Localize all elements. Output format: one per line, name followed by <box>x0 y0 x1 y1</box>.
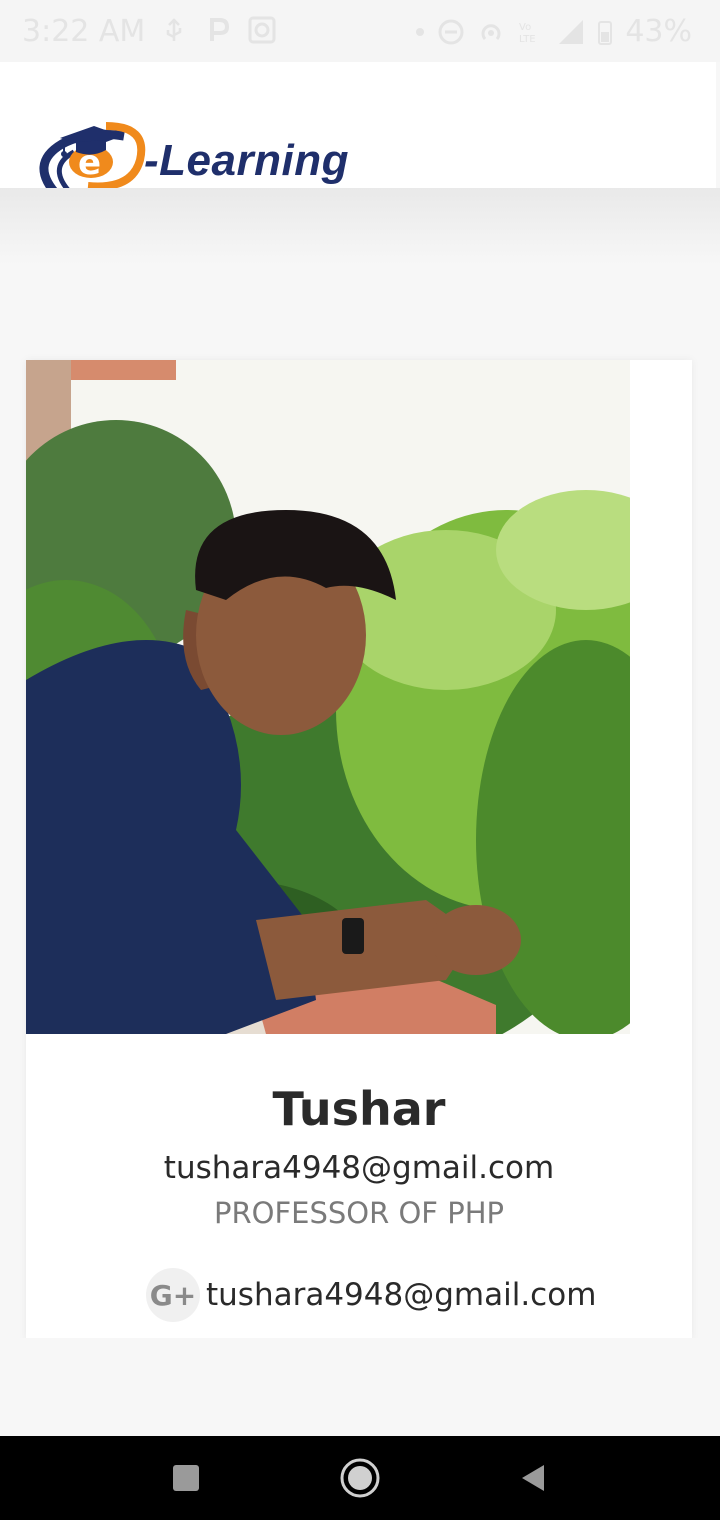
bottom-spacer <box>0 1338 720 1436</box>
home-button[interactable] <box>320 1436 400 1520</box>
dnd-icon <box>438 19 464 44</box>
profile-photo <box>26 360 630 1034</box>
home-icon <box>340 1458 380 1498</box>
google-plus-email[interactable]: tushara4948@gmail.com <box>206 1277 596 1313</box>
screenshot-icon <box>248 16 276 44</box>
signal-icon <box>559 19 584 44</box>
profile-name: Tushar <box>272 1082 446 1136</box>
volte-icon: Vo LTE <box>519 22 536 45</box>
battery-icon <box>598 20 613 45</box>
usb-icon <box>166 18 182 41</box>
svg-text:Vo: Vo <box>519 22 531 33</box>
p-icon <box>210 18 230 41</box>
battery-percent: 43% <box>625 14 692 49</box>
recents-button[interactable] <box>146 1436 226 1520</box>
profile-email: tushara4948@gmail.com <box>163 1150 555 1186</box>
status-icons-left <box>160 16 276 44</box>
status-bar: 3:22 AM Vo LTE 43% <box>0 0 720 62</box>
back-icon <box>522 1465 544 1491</box>
profile-role: PROFESSOR OF PHP <box>214 1196 504 1230</box>
google-plus-icon: G+ <box>146 1268 200 1322</box>
navigation-bar <box>0 1436 720 1520</box>
app-header: e -Learning <box>0 62 716 200</box>
header-shadow <box>0 188 720 278</box>
logo-text: -Learning <box>144 136 349 185</box>
status-time: 3:22 AM <box>22 14 146 49</box>
logo-letter: e <box>78 143 101 183</box>
recents-icon <box>173 1465 199 1491</box>
profile-card: Tushar tushara4948@gmail.com PROFESSOR O… <box>26 360 692 1340</box>
status-icons-right: Vo LTE 43% <box>415 14 692 49</box>
dot-icon <box>416 27 425 36</box>
google-plus-contact[interactable]: G+ tushara4948@gmail.com <box>146 1268 596 1322</box>
back-button[interactable] <box>492 1436 572 1520</box>
svg-text:LTE: LTE <box>519 34 536 45</box>
hotspot-icon <box>481 23 501 40</box>
